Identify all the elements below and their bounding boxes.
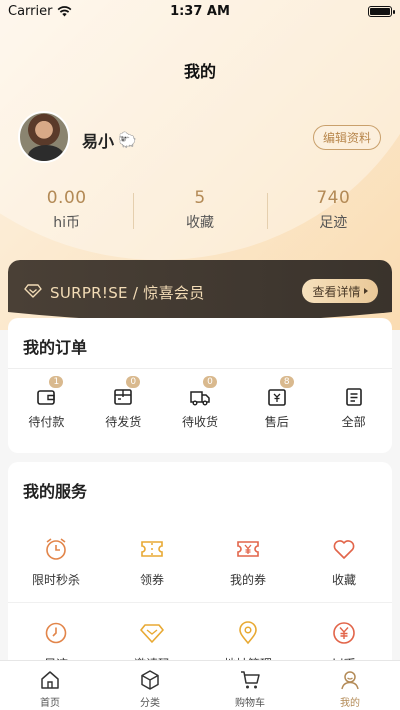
diamond-icon (24, 284, 42, 298)
sheep-emoji: 🐑 (118, 131, 137, 149)
order-item-to-receive[interactable]: 0 待收货 (162, 376, 239, 430)
vip-detail-button[interactable]: 查看详情 (302, 279, 378, 303)
location-pin-icon (239, 621, 257, 645)
service-flash-sale[interactable]: 限时秒杀 (8, 536, 104, 588)
battery-icon (368, 5, 395, 17)
stat-hi-coins[interactable]: 0.00 hi币 (0, 188, 133, 238)
orders-title: 我的订单 (23, 338, 88, 357)
tab-label: 首页 (40, 698, 60, 709)
order-item-pending-payment[interactable]: 1 待付款 (8, 376, 85, 430)
tab-cart[interactable]: 购物车 (200, 661, 300, 710)
tab-label: 我的 (340, 698, 360, 709)
alarm-clock-icon (46, 538, 66, 560)
divider (8, 602, 392, 603)
services-card: 我的服务 限时秒杀 领券 我的券 收藏 (8, 462, 392, 682)
package-icon (114, 389, 132, 405)
stat-value: 740 (316, 188, 351, 208)
category-cube-icon (141, 670, 159, 690)
order-badge: 0 (126, 376, 141, 388)
tab-mine[interactable]: 我的 (300, 661, 400, 710)
vip-title: SURPR!SE / 惊喜会员 (50, 284, 205, 302)
tab-category[interactable]: 分类 (100, 661, 200, 710)
order-badge: 1 (49, 376, 64, 388)
clock-icon (45, 622, 67, 644)
refund-icon (267, 389, 286, 406)
triangle-right-icon (364, 288, 368, 294)
service-favorites[interactable]: 收藏 (296, 536, 392, 588)
bottom-tab-bar: 首页 分类 购物车 我的 (0, 660, 400, 710)
stat-label: 收藏 (185, 215, 214, 231)
order-label: 售后 (264, 415, 289, 429)
tab-label: 购物车 (235, 698, 265, 709)
heart-icon (333, 540, 355, 559)
service-label: 限时秒杀 (31, 573, 80, 587)
wifi-icon (58, 5, 72, 16)
services-row: 限时秒杀 领券 我的券 收藏 (8, 536, 392, 588)
carrier-label: Carrier (8, 3, 53, 19)
tab-label: 分类 (140, 698, 160, 709)
service-get-coupons[interactable]: 领券 (104, 536, 200, 588)
profile-icon (341, 671, 359, 690)
cart-icon (241, 671, 260, 689)
avatar[interactable] (18, 111, 70, 163)
order-item-after-sales[interactable]: 8 售后 (238, 376, 315, 430)
page-title: 我的 (183, 62, 216, 81)
list-icon (345, 388, 362, 406)
vip-detail-label: 查看详情 (312, 284, 361, 299)
wallet-icon (37, 390, 56, 405)
stats-row: 0.00 hi币 5 收藏 740 足迹 (0, 188, 400, 238)
status-bar: Carrier 1:37 AM (0, 0, 400, 22)
coupon-yen-icon (237, 541, 259, 557)
tab-home[interactable]: 首页 (0, 661, 100, 710)
stat-label: 足迹 (319, 215, 348, 231)
stat-label: hi币 (53, 215, 81, 231)
service-label: 收藏 (331, 573, 356, 587)
invite-diamond-icon (140, 624, 164, 643)
stat-footprints[interactable]: 740 足迹 (266, 188, 400, 238)
order-label: 待收货 (181, 415, 218, 429)
order-item-all[interactable]: 全部 (315, 386, 392, 430)
ticket-icon (141, 541, 163, 557)
order-label: 全部 (341, 415, 366, 429)
username: 易小 🐑 (82, 128, 137, 152)
order-badge: 0 (202, 376, 217, 388)
username-text: 易小 (82, 132, 115, 151)
stat-favorites[interactable]: 5 收藏 (133, 188, 266, 238)
stat-value: 0.00 (46, 188, 87, 208)
edit-profile-button[interactable]: 编辑资料 (313, 125, 381, 150)
service-label: 领券 (139, 573, 164, 587)
divider (8, 368, 392, 369)
order-badge: 8 (279, 376, 294, 388)
order-label: 待发货 (105, 415, 142, 429)
truck-icon (190, 391, 210, 406)
home-icon (41, 671, 59, 689)
service-my-coupons[interactable]: 我的券 (200, 536, 296, 588)
orders-row: 1 待付款 0 待发货 0 待收货 8 售后 全部 (8, 376, 392, 430)
stat-value: 5 (194, 188, 206, 208)
service-label: 我的券 (229, 573, 266, 587)
order-item-to-ship[interactable]: 0 待发货 (85, 376, 162, 430)
services-title: 我的服务 (23, 482, 88, 501)
yen-coin-icon (333, 622, 355, 644)
vip-banner[interactable]: SURPR!SE / 惊喜会员 查看详情 (8, 260, 392, 326)
order-label: 待付款 (28, 415, 65, 429)
orders-card: 我的订单 1 待付款 0 待发货 0 待收货 8 售后 全部 (8, 318, 392, 453)
